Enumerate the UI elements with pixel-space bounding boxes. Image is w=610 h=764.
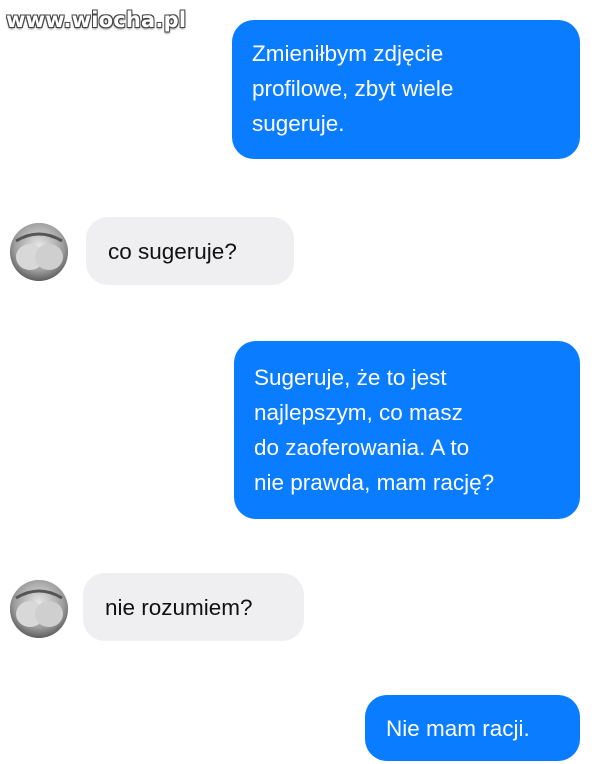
message-text: Sugeruje, że to jest — [254, 365, 447, 390]
profile-photo-icon — [10, 580, 68, 638]
site-watermark: www.wiocha.pl — [6, 8, 187, 32]
profile-photo-icon — [10, 223, 68, 281]
contact-avatar[interactable] — [10, 223, 68, 281]
message-bubble-received[interactable]: nie rozumiem? — [83, 573, 304, 641]
message-text: co sugeruje? — [108, 239, 237, 264]
message-text: Zmieniłbym zdjęcie — [252, 41, 444, 66]
message-text: profilowe, zbyt wiele — [252, 76, 454, 101]
message-bubble-sent[interactable]: Zmieniłbym zdjęcie profilowe, zbyt wiele… — [232, 20, 580, 159]
message-text: najlepszym, co masz — [254, 400, 463, 425]
message-bubble-sent[interactable]: Nie mam racji. — [365, 695, 580, 761]
message-text: do zaoferowania. A to — [254, 435, 470, 460]
message-text: Nie mam racji. — [386, 716, 530, 741]
message-text: nie rozumiem? — [105, 595, 253, 620]
message-bubble-received[interactable]: co sugeruje? — [86, 217, 294, 285]
message-text: sugeruje. — [252, 111, 345, 136]
contact-avatar[interactable] — [10, 580, 68, 638]
message-text: nie prawda, mam rację? — [254, 470, 495, 495]
message-bubble-sent[interactable]: Sugeruje, że to jest najlepszym, co masz… — [234, 341, 580, 519]
